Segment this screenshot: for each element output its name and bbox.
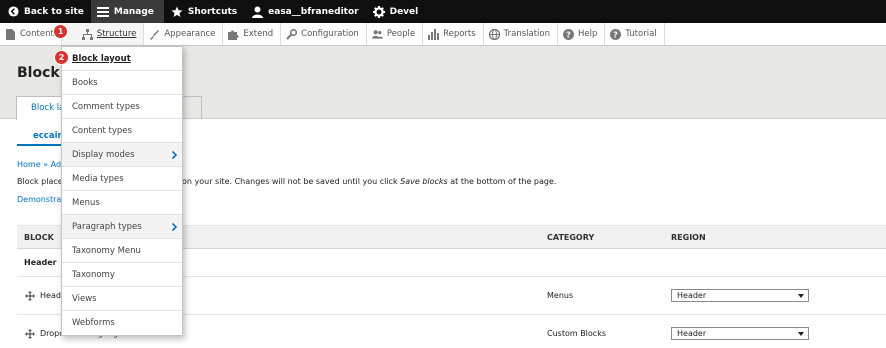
globe-icon <box>488 28 500 40</box>
menu-item-reports[interactable]: Reports <box>423 23 484 45</box>
description-text: on your site. Changes will not be saved … <box>182 177 401 186</box>
user-label: easa__bfraneditor <box>268 6 359 17</box>
dropdown-item-webforms[interactable]: Webforms <box>62 311 182 335</box>
dropdown-item-views[interactable]: Views <box>62 287 182 311</box>
menu-item-help[interactable]: ? Help <box>558 23 606 45</box>
menu-item-tutorial[interactable]: ? Tutorial <box>605 23 665 45</box>
menu-item-translation[interactable]: Translation <box>484 23 558 45</box>
description-right: on your site. Changes will not be saved … <box>182 177 556 186</box>
svg-text:?: ? <box>614 30 619 39</box>
devel-tab[interactable]: Devel <box>366 0 426 23</box>
dropdown-item-menus[interactable]: Menus <box>62 191 182 215</box>
block-category: Menus <box>547 291 574 300</box>
dropdown-item-label: Display modes <box>72 149 135 160</box>
manage-label: Manage <box>113 6 154 17</box>
demonstrate-link[interactable]: Demonstrat <box>17 195 64 204</box>
menu-label-content: Content <box>20 29 54 39</box>
menu-item-extend[interactable]: Extend <box>223 23 282 45</box>
menu-label-configuration: Configuration <box>301 29 359 39</box>
menu-item-appearance[interactable]: Appearance <box>144 23 224 45</box>
dropdown-item-comment-types[interactable]: Comment types <box>62 95 182 119</box>
dropdown-item-block-layout[interactable]: Block layout <box>62 47 182 71</box>
step-badge-1: 1 <box>53 24 68 39</box>
drag-handle-icon[interactable] <box>25 291 35 301</box>
select-arrow-icon <box>798 294 804 298</box>
structure-icon <box>81 28 93 40</box>
dropdown-item-books[interactable]: Books <box>62 71 182 95</box>
shortcuts-label: Shortcuts <box>187 6 238 17</box>
bar-chart-icon <box>428 28 440 40</box>
menu-label-appearance: Appearance <box>164 29 216 39</box>
region-select[interactable]: Header <box>671 289 809 302</box>
menu-label-tutorial: Tutorial <box>625 29 657 39</box>
subtab-active-indicator <box>17 144 61 146</box>
back-to-site-link[interactable]: Back to site <box>0 0 91 23</box>
select-arrow-icon <box>798 332 804 336</box>
star-icon <box>171 6 183 18</box>
dropdown-item-label: Views <box>72 293 97 304</box>
menu-label-reports: Reports <box>443 29 476 39</box>
dropdown-item-paragraph-types[interactable]: Paragraph types <box>62 215 182 239</box>
dropdown-item-label: Paragraph types <box>72 221 142 232</box>
brush-icon <box>149 29 160 40</box>
manage-tab[interactable]: Manage <box>90 0 164 23</box>
region-select-value: Header <box>677 329 707 338</box>
devel-label: Devel <box>389 6 419 17</box>
menu-label-people: People <box>386 29 416 39</box>
description-text-end: at the bottom of the page. <box>447 177 557 186</box>
dropdown-item-label: Menus <box>72 197 100 208</box>
col-block-header: BLOCK <box>24 233 54 242</box>
people-icon <box>371 29 383 40</box>
svg-text:?: ? <box>566 30 571 39</box>
menu-label-structure: Structure <box>96 29 137 39</box>
dropdown-item-label: Content types <box>72 125 132 136</box>
dropdown-item-taxonomy[interactable]: Taxonomy <box>62 263 182 287</box>
file-icon <box>5 28 16 40</box>
dropdown-item-label: Taxonomy Menu <box>72 245 141 256</box>
chevron-right-icon <box>172 151 177 159</box>
menu-item-configuration[interactable]: Configuration <box>281 23 367 45</box>
hamburger-icon <box>96 6 109 18</box>
help-icon: ? <box>610 28 622 40</box>
user-tab[interactable]: easa__bfraneditor <box>244 0 365 23</box>
puzzle-icon <box>228 29 239 40</box>
dropdown-item-label: Comment types <box>72 101 140 112</box>
dropdown-item-media-types[interactable]: Media types <box>62 167 182 191</box>
admin-menu-bar: Content Structure Appearance Extend Conf… <box>0 23 886 46</box>
step-badge-2: 2 <box>54 50 69 65</box>
dropdown-item-taxonomy-menu[interactable]: Taxonomy Menu <box>62 239 182 263</box>
region-select-value: Header <box>677 291 707 300</box>
chevron-right-icon <box>172 223 177 231</box>
menu-label-extend: Extend <box>243 29 274 39</box>
dropdown-item-display-modes[interactable]: Display modes <box>62 143 182 167</box>
wrench-icon <box>286 28 298 40</box>
breadcrumb[interactable]: Home » Adr <box>17 160 64 169</box>
menu-item-people[interactable]: People <box>367 23 424 45</box>
dropdown-item-label: Webforms <box>72 318 115 328</box>
structure-dropdown-menu: Block layout Books Comment types Content… <box>61 46 183 336</box>
region-select[interactable]: Header <box>671 327 809 340</box>
block-category: Custom Blocks <box>547 329 606 338</box>
gear-icon <box>372 5 385 18</box>
back-arrow-icon <box>7 6 19 18</box>
col-category-header: CATEGORY <box>547 233 595 242</box>
admin-toolbar: Back to site Manage Shortcuts easa__bfra… <box>0 0 886 23</box>
description-emphasis: Save blocks <box>400 177 448 186</box>
help-icon: ? <box>563 28 574 40</box>
dropdown-item-label: Books <box>72 77 98 88</box>
shortcuts-tab[interactable]: Shortcuts <box>164 0 244 23</box>
region-title: Header <box>24 258 57 267</box>
drag-handle-icon[interactable] <box>25 329 35 339</box>
menu-item-structure[interactable]: Structure <box>61 23 145 45</box>
dropdown-item-content-types[interactable]: Content types <box>62 119 182 143</box>
user-icon <box>251 6 263 18</box>
menu-label-translation: Translation <box>503 29 550 39</box>
back-to-site-label: Back to site <box>24 6 84 17</box>
dropdown-item-label: Block layout <box>72 53 131 64</box>
col-region-header: REGION <box>671 233 706 242</box>
dropdown-item-label: Taxonomy <box>72 269 115 280</box>
menu-label-help: Help <box>578 29 598 39</box>
dropdown-item-label: Media types <box>72 173 124 184</box>
